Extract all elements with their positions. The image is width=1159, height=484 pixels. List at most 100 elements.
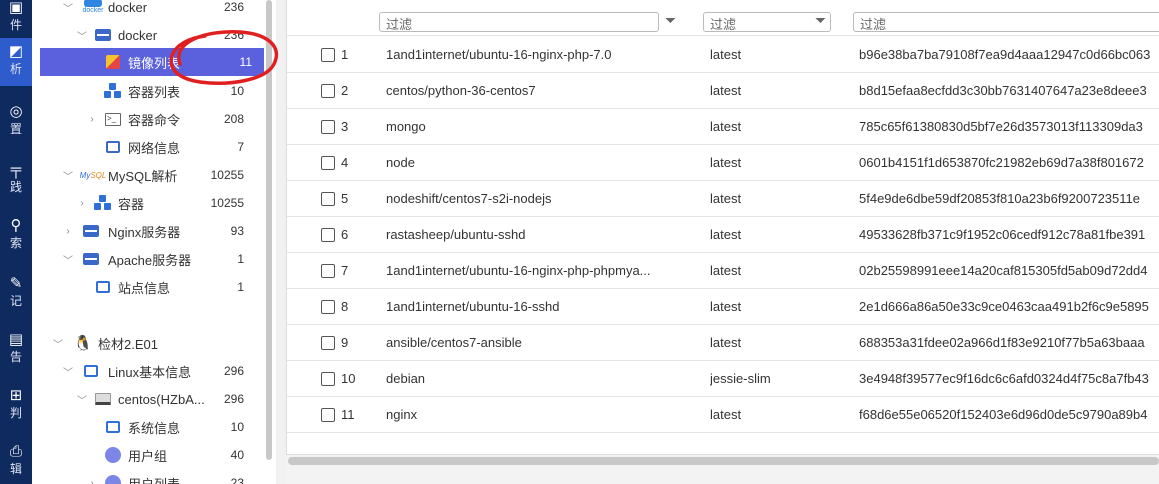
row-checkbox[interactable]	[321, 48, 335, 62]
row-checkbox[interactable]	[321, 228, 335, 242]
rail-item-file[interactable]: ▣ 件	[0, 0, 32, 32]
row-checkbox[interactable]	[321, 408, 335, 422]
tree-node-docker[interactable]: ﹀ docker 236	[32, 21, 264, 49]
tag-cell: latest	[710, 407, 742, 422]
tree-node-image-list[interactable]: 镜像列表 11	[40, 48, 264, 76]
tree-node-site-info[interactable]: 站点信息 1	[32, 273, 264, 301]
tree-node-label: 网络信息	[128, 140, 181, 156]
tree-node-label: Nginx服务器	[108, 224, 181, 240]
tree-node-user-list[interactable]: › 用户列表 23	[32, 469, 264, 484]
row-checkbox[interactable]	[321, 192, 335, 206]
repository-cell: 1and1internet/ubuntu-16-nginx-php-7.0	[386, 47, 612, 62]
chevron-down-icon[interactable]: ﹀	[62, 364, 74, 379]
table-row[interactable]: 10 debian jessie-slim 3e4948f39577ec9f16dc6…	[287, 361, 1159, 397]
repository-cell: mongo	[386, 119, 426, 134]
tree-scrollbar[interactable]	[266, 0, 272, 460]
row-index: 4	[341, 155, 349, 170]
document-icon	[104, 418, 122, 436]
rail-item-export[interactable]: ⎙ 辑	[0, 444, 32, 484]
tree-node-linux-basic[interactable]: ﹀ Linux基本信息 296	[32, 357, 264, 385]
table-row[interactable]: 9 ansible/centos7-ansible latest 688353a31f…	[287, 325, 1159, 361]
rail-item-analysis[interactable]: ◩ 析	[0, 38, 32, 86]
table-row[interactable]: 7 1and1internet/ubuntu-16-nginx-php-phpmy…	[287, 253, 1159, 289]
tree-node-mysql[interactable]: ﹀ MySQL MySQL解析 10255	[32, 161, 264, 189]
chevron-right-icon[interactable]: ›	[62, 226, 74, 237]
filter-funnel-icon[interactable]: ⏷	[665, 12, 676, 29]
grid-horizontal-scrollbar[interactable]	[288, 457, 1159, 465]
judge-icon: ⊞	[9, 387, 23, 404]
repo-filter-input[interactable]: 过滤	[379, 12, 659, 32]
rail-item-config[interactable]: ◎ 置	[0, 104, 32, 144]
tag-cell: latest	[710, 83, 742, 98]
tree-node-user-group[interactable]: 用户组 40	[32, 441, 264, 469]
chevron-down-icon[interactable]: ﹀	[76, 392, 88, 407]
tree-node-system-info[interactable]: 系统信息 10	[32, 413, 264, 441]
row-checkbox[interactable]	[321, 120, 335, 134]
row-index: 3	[341, 119, 349, 134]
rail-item-practice[interactable]: ╤ 践	[0, 162, 32, 202]
user-icon	[104, 474, 122, 484]
rail-item-search[interactable]: ⚲ 索	[0, 218, 32, 258]
chevron-down-icon[interactable]: ﹀	[62, 252, 74, 267]
tag-cell: latest	[710, 191, 742, 206]
tree-node-count: 236	[223, 0, 244, 14]
table-row[interactable]: 5 nodeshift/centos7-s2i-nodejs latest 5f4e9…	[287, 181, 1159, 217]
linux-penguin-icon: 🐧	[73, 335, 93, 352]
tree-node-container-commands[interactable]: › >_ 容器命令 208	[32, 105, 264, 133]
id-filter-input[interactable]: 过滤	[853, 12, 1159, 32]
row-checkbox[interactable]	[321, 264, 335, 278]
rail-label: 践	[9, 180, 22, 194]
rail-item-judge[interactable]: ⊞ 判	[0, 388, 32, 428]
rail-item-notes[interactable]: ✎ 记	[0, 276, 32, 316]
pane-splitter[interactable]	[276, 0, 286, 484]
tree-node-network-info[interactable]: 网络信息 7	[32, 133, 264, 161]
network-icon	[104, 138, 122, 156]
tree-node-label: docker	[108, 0, 148, 15]
tag-filter-input[interactable]: 过滤	[703, 12, 831, 32]
left-rail: ▣ 件 ◩ 析 ◎ 置 ╤ 践 ⚲ 索 ✎ 记 ▤ 告 ⊞ 判 ⎙ 辑	[0, 0, 32, 484]
tree-node-apache[interactable]: ﹀ Apache服务器 1	[32, 245, 264, 273]
tree-node-count: 23	[230, 476, 244, 484]
chevron-down-icon[interactable]: ﹀	[62, 168, 74, 183]
rail-item-report[interactable]: ▤ 告	[0, 332, 32, 372]
tree-node-container[interactable]: › 容器 10255	[32, 189, 264, 217]
table-row[interactable]: 2 centos/python-36-centos7 latest b8d15efaa…	[287, 73, 1159, 109]
app-window: ▣ 件 ◩ 析 ◎ 置 ╤ 践 ⚲ 索 ✎ 记 ▤ 告 ⊞ 判 ⎙ 辑 ﹀ do…	[0, 0, 1159, 484]
table-row[interactable]: 1 1and1internet/ubuntu-16-nginx-php-7.0 la…	[287, 37, 1159, 73]
row-index: 1	[341, 47, 349, 62]
tree-node-docker-root[interactable]: ﹀ docker docker 236	[32, 0, 264, 21]
row-checkbox[interactable]	[321, 84, 335, 98]
table-row[interactable]: 6 rastasheep/ubuntu-sshd latest 49533628fb3…	[287, 217, 1159, 253]
table-row[interactable]: 3 mongo latest 785c65f61380830d5bf7e26d3573…	[287, 109, 1159, 145]
chevron-down-icon[interactable]: ﹀	[62, 0, 74, 15]
image-id-cell: 3e4948f39577ec9f16dc6c6afd0324d4f75c8a7f…	[859, 371, 1149, 386]
tag-cell: latest	[710, 119, 742, 134]
chevron-right-icon[interactable]: ›	[86, 478, 98, 484]
tree-node-container-list[interactable]: 容器列表 10	[32, 77, 264, 105]
location-icon: ◎	[9, 103, 23, 120]
rail-label: 记	[9, 294, 22, 308]
tree-node-count: 7	[237, 140, 244, 154]
row-checkbox[interactable]	[321, 336, 335, 350]
row-checkbox[interactable]	[321, 156, 335, 170]
tree-node-nginx[interactable]: › Nginx服务器 93	[32, 217, 264, 245]
list-icon	[82, 362, 100, 380]
chevron-right-icon[interactable]: ›	[86, 114, 98, 125]
filter-funnel-icon[interactable]: ⏷	[815, 12, 826, 29]
tree-node-centos[interactable]: ﹀ centos(HZbA... 296	[32, 385, 264, 413]
image-id-cell: 49533628fb371c9f1952c06cedf912c78a81fbe3…	[859, 227, 1146, 242]
row-checkbox[interactable]	[321, 372, 335, 386]
repository-cell: node	[386, 155, 415, 170]
table-row[interactable]: 8 1and1internet/ubuntu-16-sshd latest 2e1d6…	[287, 289, 1159, 325]
repository-cell: nodeshift/centos7-s2i-nodejs	[386, 191, 552, 206]
tree-node-evidence-2[interactable]: ﹀ 🐧 检材2.E01	[32, 329, 264, 357]
row-checkbox[interactable]	[321, 300, 335, 314]
tree-node-label: 容器	[118, 196, 145, 212]
chevron-right-icon[interactable]: ›	[76, 198, 88, 209]
table-row[interactable]: 4 node latest 0601b4151f1d653870fc21982eb69…	[287, 145, 1159, 181]
repository-cell: centos/python-36-centos7	[386, 83, 536, 98]
repository-cell: 1and1internet/ubuntu-16-sshd	[386, 299, 560, 314]
table-row[interactable]: 11 nginx latest f68d6e55e06520f152403e6d96d…	[287, 397, 1159, 433]
chevron-down-icon[interactable]: ﹀	[76, 28, 88, 43]
chevron-down-icon[interactable]: ﹀	[52, 336, 64, 351]
